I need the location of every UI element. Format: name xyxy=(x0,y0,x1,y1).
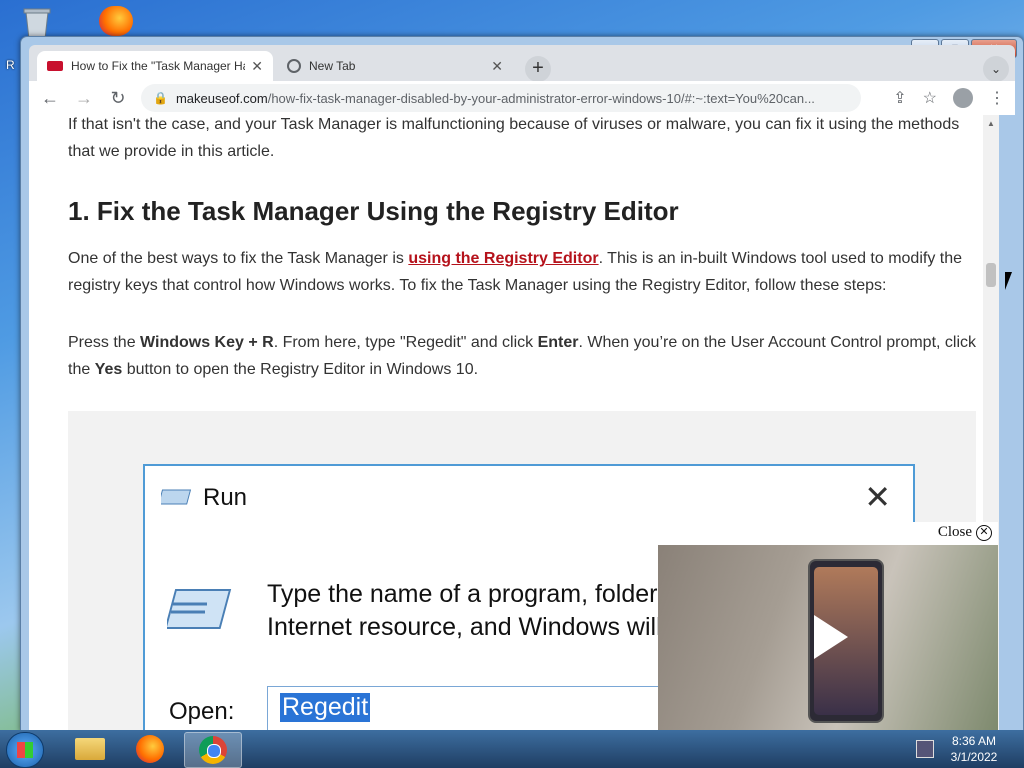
p2-text-before: One of the best ways to fix the Task Man… xyxy=(68,250,409,267)
scroll-up-icon[interactable]: ▲ xyxy=(987,119,995,128)
clock-time: 8:36 AM xyxy=(951,734,997,748)
network-icon[interactable] xyxy=(916,740,934,758)
lock-icon: 🔒 xyxy=(153,91,168,105)
video-close-label: Close xyxy=(937,524,972,540)
tab-title: How to Fix the "Task Manager Ha xyxy=(71,59,246,73)
forward-icon[interactable]: → xyxy=(71,88,97,109)
back-icon[interactable]: ← xyxy=(37,88,63,109)
p3-bold-keys: Windows Key + R xyxy=(140,334,274,351)
url-host: makeuseof.com xyxy=(175,90,268,106)
tab-search-icon[interactable]: ⌄ xyxy=(983,56,1009,82)
firefox-icon xyxy=(136,735,164,763)
recycle-bin-icon[interactable] xyxy=(18,6,56,40)
p3-bold-enter: Enter xyxy=(537,334,579,351)
close-tab-icon[interactable]: ✕ xyxy=(251,58,263,75)
chrome-favicon-icon xyxy=(287,59,301,73)
taskbar-firefox[interactable] xyxy=(122,732,178,766)
p3-bold-yes: Yes xyxy=(94,361,123,378)
p3-text: . From here, type "Regedit" and click xyxy=(273,334,538,351)
taskbar: 8:36 AM 3/1/2022 xyxy=(0,730,1024,768)
play-icon[interactable] xyxy=(814,615,848,659)
chrome-icon xyxy=(199,736,227,764)
scroll-thumb[interactable] xyxy=(986,263,996,287)
browser-toolbar: ← → ↻ 🔒 makeuseof.com /how-fix-task-mana… xyxy=(29,81,1015,115)
toolbar-icons: ⇪ ☆ ⋮ xyxy=(893,81,1005,115)
mouse-cursor-icon xyxy=(1005,272,1019,290)
taskbar-explorer[interactable] xyxy=(62,732,118,766)
p3-text: Press the xyxy=(68,334,141,351)
muo-favicon-icon xyxy=(47,61,63,71)
tab-article[interactable]: How to Fix the "Task Manager Ha ✕ xyxy=(37,51,273,81)
start-button[interactable] xyxy=(6,732,44,768)
video-popup: Close ✕ xyxy=(658,522,998,730)
desktop-icon-label: R xyxy=(6,58,15,72)
run-dialog-title: Run xyxy=(203,484,248,511)
profile-avatar-icon[interactable] xyxy=(953,88,973,108)
run-app-icon xyxy=(161,489,192,505)
reload-icon[interactable]: ↻ xyxy=(105,88,131,109)
section-heading: 1. Fix the Task Manager Using the Regist… xyxy=(68,196,679,226)
run-dialog-description: Type the name of a program, folder Inter… xyxy=(267,578,662,644)
bookmark-star-icon[interactable]: ☆ xyxy=(923,88,937,108)
run-open-label: Open: xyxy=(169,698,235,725)
close-circle-icon: ✕ xyxy=(976,524,992,541)
run-input-value: Regedit xyxy=(280,693,371,722)
tab-strip: How to Fix the "Task Manager Ha ✕ New Ta… xyxy=(29,45,1015,82)
registry-editor-link[interactable]: using the Registry Editor xyxy=(408,250,598,267)
address-bar[interactable]: 🔒 makeuseof.com /how-fix-task-manager-di… xyxy=(141,84,861,112)
firefox-desktop-icon[interactable] xyxy=(95,6,139,40)
paragraph-registry: One of the best ways to fix the Task Man… xyxy=(68,245,978,299)
video-player[interactable] xyxy=(658,545,998,730)
paragraph-steps: Press the Windows Key + R. From here, ty… xyxy=(68,329,978,383)
close-tab-icon[interactable]: ✕ xyxy=(491,58,503,75)
run-text-line2: Internet resource, and Windows will xyxy=(267,613,662,641)
url-path: /how-fix-task-manager-disabled-by-your-a… xyxy=(267,90,815,106)
system-clock[interactable]: 8:36 AM 3/1/2022 xyxy=(946,733,1002,765)
p3-text: button to open the Registry Editor in Wi… xyxy=(122,361,479,378)
new-tab-button[interactable]: + xyxy=(525,56,551,82)
run-text-line1: Type the name of a program, folder xyxy=(267,580,658,608)
intro-paragraph: If that isn't the case, and your Task Ma… xyxy=(68,116,960,160)
share-icon[interactable]: ⇪ xyxy=(893,88,906,108)
taskbar-chrome[interactable] xyxy=(184,732,242,768)
folder-icon xyxy=(75,738,105,760)
run-dialog-close-icon: ✕ xyxy=(864,479,891,515)
video-close-button[interactable]: Close ✕ xyxy=(938,524,992,541)
tab-title: New Tab xyxy=(309,59,356,73)
menu-kebab-icon[interactable]: ⋮ xyxy=(989,88,1005,108)
tab-new-tab[interactable]: New Tab ✕ xyxy=(277,51,513,81)
run-dialog-big-icon xyxy=(167,589,232,629)
clock-date: 3/1/2022 xyxy=(950,750,998,764)
